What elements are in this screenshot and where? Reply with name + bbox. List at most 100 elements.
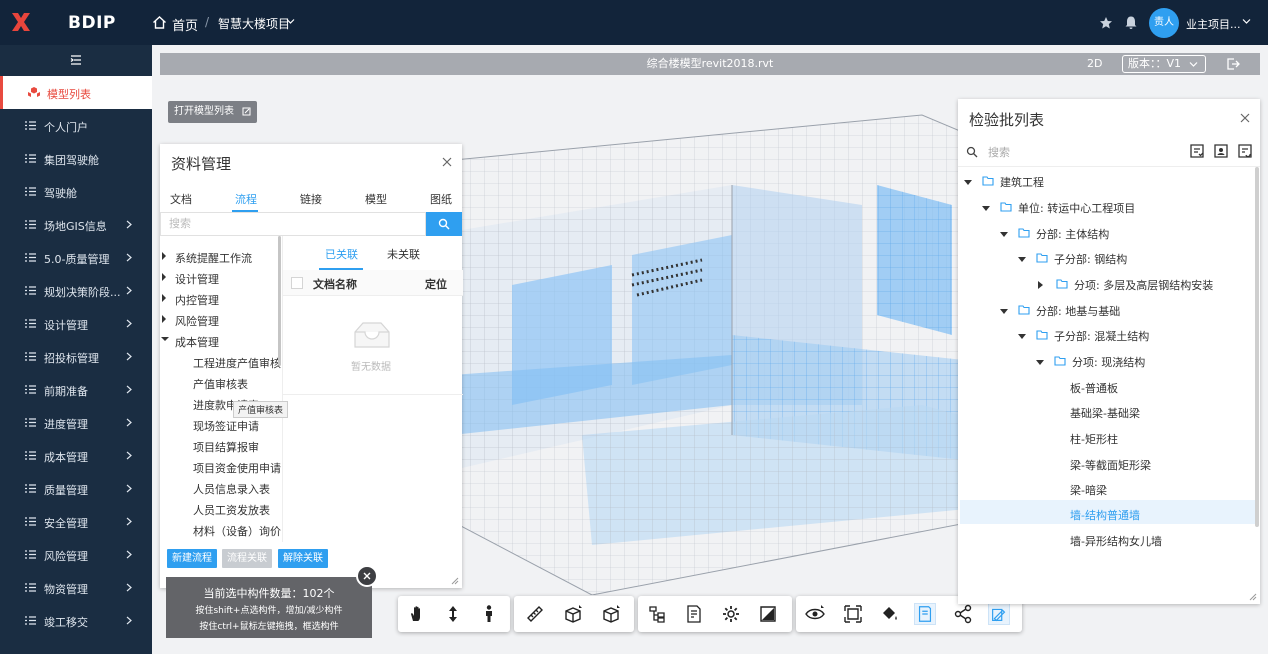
sidebar-item-bidding[interactable]: 招投标管理	[0, 340, 152, 373]
menu-collapse-icon[interactable]	[70, 55, 82, 65]
tab-models[interactable]: 模型	[365, 191, 387, 207]
tree-scrollbar[interactable]	[1255, 167, 1259, 527]
user-name[interactable]: 业主项目...	[1186, 16, 1241, 32]
sidebar-item-materials[interactable]: 物资管理	[0, 571, 152, 604]
tree-node[interactable]: 分部: 主体结构	[1000, 226, 1109, 242]
sidebar-item-portal[interactable]: 个人门户	[0, 109, 152, 142]
vertical-move-icon[interactable]	[442, 603, 464, 625]
person-walk-icon[interactable]	[478, 603, 500, 625]
sidebar-item-cockpit[interactable]: 驾驶舱	[0, 175, 152, 208]
tab-drawings[interactable]: 图纸	[430, 191, 452, 207]
user-doc-icon[interactable]	[1213, 143, 1229, 159]
version-select[interactable]: 版本：：V1	[1122, 55, 1206, 73]
tree-node[interactable]: 子分部: 混凝土结构	[1018, 328, 1149, 344]
annotation-edit-icon[interactable]	[988, 603, 1010, 625]
sidebar-item-handover[interactable]: 竣工移交	[0, 604, 152, 637]
tree-leaf[interactable]: 项目结算报审	[193, 439, 259, 455]
tree-node[interactable]: 子分部: 钢结构	[1018, 251, 1127, 267]
tree-leaf[interactable]: 梁-暗梁	[1070, 482, 1107, 498]
sidebar-item-preparation[interactable]: 前期准备	[0, 373, 152, 406]
home-icon[interactable]	[152, 15, 167, 30]
chevron-down-icon[interactable]	[1242, 18, 1251, 25]
star-icon[interactable]	[1099, 16, 1113, 30]
select-all-checkbox[interactable]	[291, 277, 303, 289]
tree-leaf[interactable]: 墙-异形结构女儿墙	[1070, 533, 1162, 549]
checklist-icon[interactable]	[1189, 143, 1205, 159]
cube-view-icon[interactable]	[600, 603, 622, 625]
docs-search-input[interactable]: 搜索	[160, 212, 426, 236]
tree-node[interactable]: 风险管理	[162, 313, 219, 329]
tree-leaf[interactable]: 人员信息录入表	[193, 481, 270, 497]
tree-leaf[interactable]: 工程进度产值审核	[193, 355, 281, 371]
tree-leaf[interactable]: 现场签证申请	[193, 418, 259, 434]
structure-tree-icon[interactable]	[646, 603, 668, 625]
resize-handle-icon[interactable]	[1249, 593, 1257, 601]
tree-leaf[interactable]: 人员工资发放表	[193, 502, 270, 518]
tree-node[interactable]: 成本管理	[161, 334, 219, 350]
sidebar-item-safety[interactable]: 安全管理	[0, 505, 152, 538]
close-status-button[interactable]	[356, 565, 378, 587]
tree-leaf[interactable]: 梁-等截面矩形梁	[1070, 457, 1151, 473]
sidebar-item-planning[interactable]: 规划决策阶段...	[0, 274, 152, 307]
open-model-list-button[interactable]: 打开模型列表	[168, 101, 258, 123]
tree-node[interactable]: 建筑工程	[964, 174, 1044, 190]
tab-documents[interactable]: 文档	[170, 191, 192, 207]
sidebar-item-model-list[interactable]: 模型列表	[0, 76, 152, 109]
share-nodes-icon[interactable]	[952, 603, 974, 625]
tree-node[interactable]: 内控管理	[162, 292, 219, 308]
pan-hand-icon[interactable]	[406, 603, 428, 625]
sidebar-item-quality-5[interactable]: 5.0-质量管理	[0, 241, 152, 274]
inspection-list-icon[interactable]	[914, 603, 936, 625]
avatar[interactable]: 责人	[1149, 8, 1179, 38]
tree-node[interactable]: 分项: 多层及高层钢结构安装	[1038, 277, 1213, 293]
close-icon[interactable]	[440, 155, 454, 169]
eye-view-icon[interactable]	[804, 603, 826, 625]
frame-select-icon[interactable]	[842, 603, 864, 625]
tree-node[interactable]: 设计管理	[162, 271, 219, 287]
search-button[interactable]	[426, 212, 462, 236]
properties-doc-icon[interactable]	[683, 603, 705, 625]
tree-leaf[interactable]: 材料（设备）询价	[193, 523, 281, 539]
sidebar-item-risk[interactable]: 风险管理	[0, 538, 152, 571]
tree-leaf[interactable]: 产值审核表	[193, 376, 248, 392]
breadcrumb-home[interactable]: 首页	[172, 15, 198, 34]
tab-links[interactable]: 链接	[300, 191, 322, 207]
folder-icon	[999, 202, 1012, 212]
sync-doc-icon[interactable]	[1237, 143, 1253, 159]
sidebar-item-schedule[interactable]: 进度管理	[0, 406, 152, 439]
sidebar-item-design[interactable]: 设计管理	[0, 307, 152, 340]
section-box-icon[interactable]	[562, 603, 584, 625]
tree-leaf[interactable]: 柱-矩形柱	[1070, 431, 1118, 447]
inspection-search-input[interactable]: 搜索	[988, 144, 1010, 160]
ruler-icon[interactable]	[524, 603, 546, 625]
sidebar-item-quality[interactable]: 质量管理	[0, 472, 152, 505]
link-workflow-button[interactable]: 流程关联	[222, 549, 272, 568]
exit-icon[interactable]	[1226, 57, 1240, 71]
mode-2d-toggle[interactable]: 2D	[1087, 57, 1102, 70]
unlink-button[interactable]: 解除关联	[278, 549, 328, 568]
tab-linked[interactable]: 已关联	[325, 246, 358, 262]
chevron-down-icon[interactable]	[286, 18, 295, 25]
tab-workflow[interactable]: 流程	[235, 191, 257, 207]
tree-node[interactable]: 单位: 转运中心工程项目	[982, 200, 1135, 216]
tree-leaf[interactable]: 项目资金使用申请	[193, 460, 281, 476]
tree-leaf-selected[interactable]: 墙-结构普通墙	[1070, 507, 1140, 523]
tab-unlinked[interactable]: 未关联	[387, 246, 420, 262]
tree-scrollbar[interactable]	[278, 236, 281, 366]
fullscreen-icon[interactable]	[757, 603, 779, 625]
tree-leaf[interactable]: 基础梁-基础梁	[1070, 405, 1140, 421]
bell-icon[interactable]	[1124, 15, 1138, 30]
settings-gear-icon[interactable]	[720, 603, 742, 625]
tree-leaf[interactable]: 板-普通板	[1070, 380, 1118, 396]
tree-node[interactable]: 系统提醒工作流	[162, 250, 252, 266]
tree-node[interactable]: 分部: 地基与基础	[1000, 303, 1120, 319]
close-icon[interactable]	[1238, 111, 1252, 125]
sidebar-item-gis[interactable]: 场地GIS信息	[0, 208, 152, 241]
new-workflow-button[interactable]: 新建流程	[167, 549, 217, 568]
sidebar-item-cost[interactable]: 成本管理	[0, 439, 152, 472]
tree-node[interactable]: 分项: 现浇结构	[1036, 354, 1145, 370]
paint-bucket-icon[interactable]	[878, 603, 900, 625]
breadcrumb-project[interactable]: 智慧大楼项目	[218, 15, 290, 32]
sidebar-item-group-cockpit[interactable]: 集团驾驶舱	[0, 142, 152, 175]
resize-handle-icon[interactable]	[451, 577, 459, 585]
